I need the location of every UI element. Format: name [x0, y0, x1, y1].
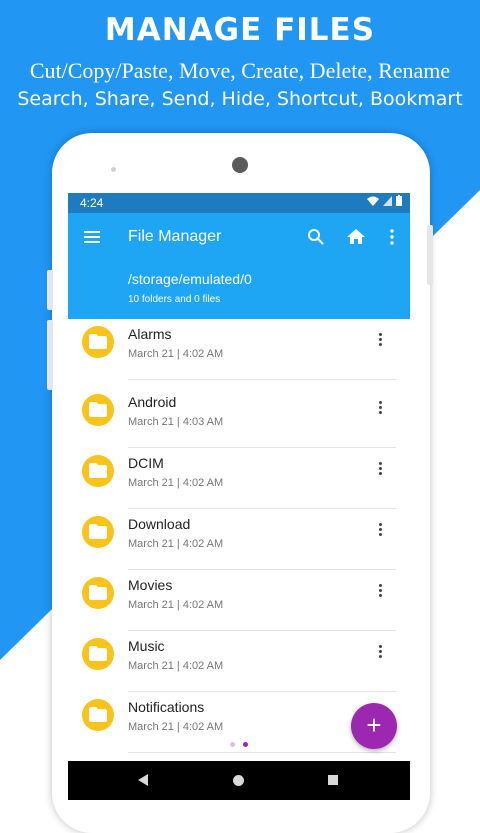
folder-summary: 10 folders and 0 files — [128, 294, 221, 305]
menu-icon[interactable] — [80, 225, 104, 249]
folder-date: March 21 | 4:02 AM — [128, 477, 224, 489]
folder-icon — [82, 394, 114, 426]
page-dot-active — [243, 742, 248, 747]
navigation-bar — [68, 761, 410, 800]
app-bar: File Manager /storage/emulated/0 10 fold… — [68, 213, 410, 319]
promo-features-line-2: Search, Share, Send, Hide, Shortcut, Boo… — [17, 88, 463, 110]
folder-name: DCIM — [128, 455, 164, 471]
divider — [128, 752, 396, 753]
more-vert-icon[interactable] — [368, 456, 392, 480]
phone-side-button — [47, 320, 53, 390]
back-icon[interactable] — [138, 774, 148, 786]
status-bar: 4:24 — [68, 193, 410, 213]
more-vert-icon[interactable] — [368, 639, 392, 663]
promo-title: MANAGE FILES — [104, 12, 376, 48]
more-vert-icon[interactable] — [368, 578, 392, 602]
wifi-icon — [367, 196, 379, 206]
page-indicator — [230, 742, 248, 747]
folder-icon — [82, 516, 114, 548]
phone-side-button — [47, 270, 53, 310]
folder-name: Download — [128, 516, 191, 532]
folder-icon — [82, 326, 114, 358]
recent-apps-icon[interactable] — [328, 775, 338, 785]
current-path: /storage/emulated/0 — [128, 271, 252, 287]
more-vert-icon[interactable] — [368, 395, 392, 419]
folder-icon — [82, 577, 114, 609]
add-button[interactable]: + — [351, 703, 397, 749]
folder-date: March 21 | 4:02 AM — [128, 721, 224, 733]
folder-date: March 21 | 4:03 AM — [128, 416, 224, 428]
promo-features-line-1: Cut/Copy/Paste, Move, Create, Delete, Re… — [29, 58, 451, 83]
folder-name: Notifications — [128, 699, 205, 715]
phone-side-button — [427, 225, 433, 285]
search-icon[interactable] — [304, 225, 328, 249]
folder-date: March 21 | 4:02 AM — [128, 348, 224, 360]
folder-icon — [82, 455, 114, 487]
folder-date: March 21 | 4:02 AM — [128, 538, 224, 550]
home-icon[interactable] — [344, 225, 368, 249]
folder-date: March 21 | 4:02 AM — [128, 660, 224, 672]
sensor-dot — [111, 167, 116, 172]
app-title: File Manager — [128, 228, 222, 245]
divider — [128, 379, 396, 380]
more-vert-icon[interactable] — [368, 517, 392, 541]
folder-name: Android — [128, 394, 177, 410]
battery-icon — [396, 195, 402, 206]
camera-icon — [232, 157, 248, 173]
list-item-folder[interactable]: DCIM March 21 | 4:02 AM — [68, 448, 410, 509]
folder-name: Alarms — [128, 326, 172, 342]
folder-date: March 21 | 4:02 AM — [128, 599, 224, 611]
home-nav-icon[interactable] — [233, 775, 244, 786]
page-dot — [230, 742, 235, 747]
more-vert-icon[interactable] — [368, 327, 392, 351]
signal-icon — [383, 195, 392, 206]
status-time: 4:24 — [80, 196, 104, 210]
folder-name: Movies — [128, 577, 173, 593]
more-vert-icon[interactable] — [380, 225, 404, 249]
folder-icon — [82, 699, 114, 731]
list-item-folder[interactable]: Android March 21 | 4:03 AM — [68, 387, 410, 448]
list-item-folder[interactable]: Alarms March 21 | 4:02 AM — [68, 319, 410, 380]
list-item-folder[interactable]: Music March 21 | 4:02 AM — [68, 631, 410, 692]
list-item-folder[interactable]: Movies March 21 | 4:02 AM — [68, 570, 410, 631]
device-screen: 4:24 File Manager /storage/emulated/0 10… — [68, 193, 410, 800]
folder-name: Music — [128, 638, 165, 654]
status-icons — [367, 195, 402, 206]
list-item-folder[interactable]: Download March 21 | 4:02 AM — [68, 509, 410, 570]
folder-icon — [82, 638, 114, 670]
